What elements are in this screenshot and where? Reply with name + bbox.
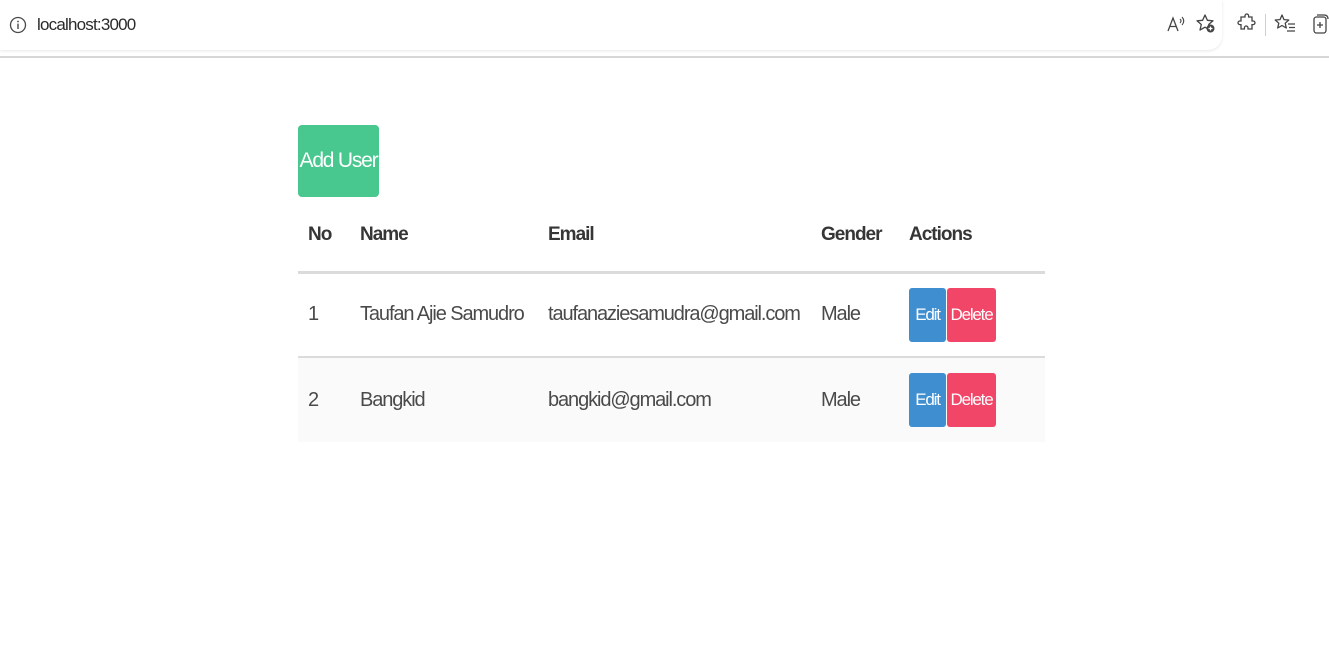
user-list-container: Add User No Name Email Gender Actions 1 … (298, 125, 1045, 442)
browser-toolbar: localhost:3000 (0, 0, 1329, 58)
cell-email: bangkid@gmail.com (548, 388, 712, 411)
toolbar-separator (1265, 14, 1266, 36)
cell-no: 2 (308, 388, 319, 411)
favorites-icon[interactable] (1274, 13, 1296, 35)
table-row: 2 Bangkid bangkid@gmail.com Male Edit Del… (298, 357, 1045, 442)
header-gender: Gender (821, 198, 909, 274)
read-aloud-icon[interactable] (1165, 13, 1187, 35)
table-row: 1 Taufan Ajie Samudro taufanaziesamudra@… (298, 272, 1045, 358)
cell-name: Bangkid (360, 388, 426, 411)
collections-icon[interactable] (1309, 13, 1329, 35)
cell-no: 1 (298, 272, 360, 358)
delete-button[interactable]: Delete (947, 287, 996, 342)
cell-actions: Edit Delete (909, 357, 1045, 442)
edit-button[interactable]: Edit (909, 287, 946, 342)
header-name: Name (360, 198, 548, 274)
cell-email: taufanaziesamudra@gmail.com (548, 272, 821, 358)
favorite-star-icon[interactable] (1195, 13, 1217, 35)
header-actions: Actions (909, 198, 1045, 274)
edit-button[interactable]: Edit (909, 373, 946, 427)
extensions-icon[interactable] (1235, 13, 1257, 35)
header-email: Email (548, 198, 821, 274)
header-no: No (298, 198, 360, 274)
add-user-button[interactable]: Add User (298, 125, 379, 197)
delete-button[interactable]: Delete (947, 373, 996, 427)
url-text[interactable]: localhost:3000 (37, 15, 136, 35)
cell-name: Taufan Ajie Samudro (360, 272, 548, 358)
cell-actions: Edit Delete (909, 272, 1045, 358)
cell-gender: Male (821, 388, 861, 411)
table-header-row: No Name Email Gender Actions (298, 198, 1045, 274)
cell-gender: Male (821, 272, 909, 358)
users-table: No Name Email Gender Actions 1 Taufan Aj… (298, 198, 1045, 442)
info-icon[interactable] (9, 16, 27, 34)
address-bar[interactable]: localhost:3000 (0, 0, 1222, 50)
